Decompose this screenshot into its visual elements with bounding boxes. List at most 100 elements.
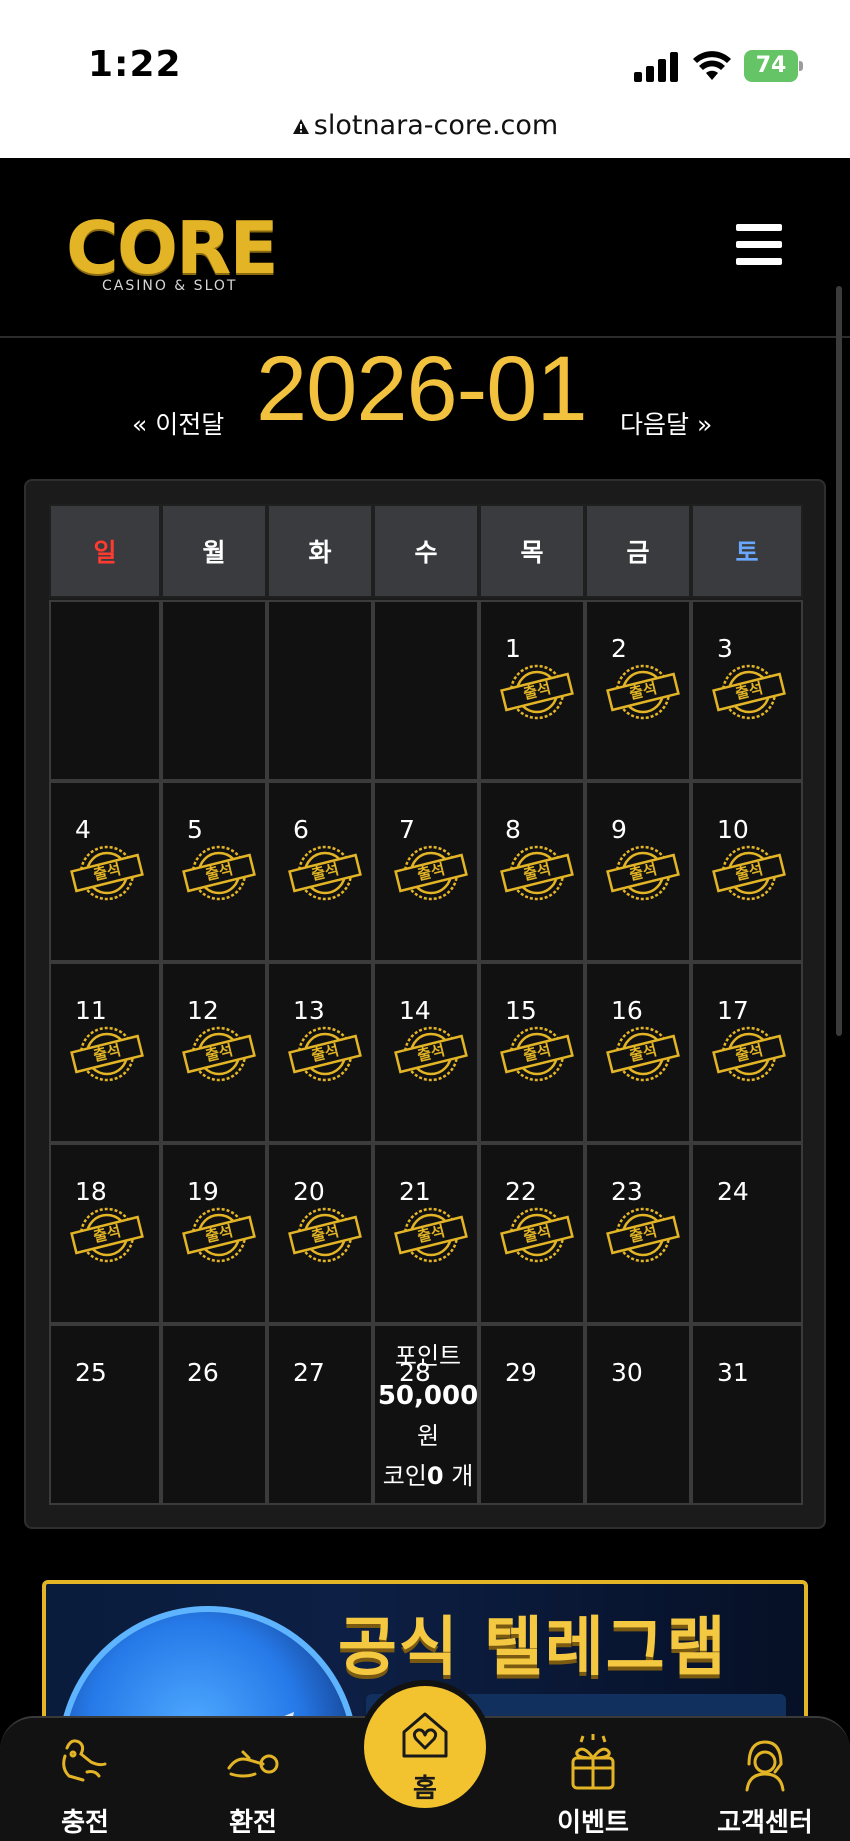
calendar-day-cell[interactable]: 16 출석 <box>585 962 691 1143</box>
calendar-day-cell[interactable]: 11 출석 <box>49 962 161 1143</box>
calendar-day-cell[interactable]: 7 출석 <box>373 781 479 962</box>
weekday-wed: 수 <box>373 504 479 598</box>
day-number: 25 <box>75 1358 107 1387</box>
attendance-stamp-icon: 출석 <box>393 1203 469 1267</box>
calendar-day-cell[interactable]: 31 <box>691 1324 803 1505</box>
gift-icon <box>571 1734 615 1790</box>
day-number: 23 <box>611 1177 643 1206</box>
day-number: 5 <box>187 815 203 844</box>
calendar-day-cell[interactable]: 4 출석 <box>49 781 161 962</box>
calendar-empty-cell <box>161 600 267 781</box>
calendar-day-cell[interactable]: 6 출석 <box>267 781 373 962</box>
weekday-fri: 금 <box>585 504 691 598</box>
day-number: 14 <box>399 996 431 1025</box>
day-number: 4 <box>75 815 91 844</box>
day-number: 30 <box>611 1358 643 1387</box>
page-root: 1:22 74 slotnara-core.com CORE CASINO & … <box>0 0 850 1841</box>
calendar-day-cell[interactable]: 1 출석 <box>479 600 585 781</box>
calendar-day-cell[interactable]: 3 출석 <box>691 600 803 781</box>
calendar-day-cell[interactable]: 29 <box>479 1324 585 1505</box>
nav-event[interactable]: 이벤트 <box>528 1734 658 1839</box>
calendar-day-cell[interactable]: 18 출석 <box>49 1143 161 1324</box>
calendar-day-cell[interactable]: 22 출석 <box>479 1143 585 1324</box>
calendar-day-cell[interactable]: 15 출석 <box>479 962 585 1143</box>
nav-support[interactable]: 고객센터 <box>700 1734 830 1839</box>
calendar-day-cell[interactable]: 10 출석 <box>691 781 803 962</box>
day-number: 20 <box>293 1177 325 1206</box>
attendance-stamp-icon: 출석 <box>181 841 257 905</box>
calendar-week-row: 11 출석 12 출석 13 출석 14 출석 15 출석 16 출석 17 출석 <box>49 962 829 1143</box>
attendance-stamp-icon: 출석 <box>287 1203 363 1267</box>
weekday-thu: 목 <box>479 504 585 598</box>
url-text: slotnara-core.com <box>313 110 559 141</box>
attendance-stamp-icon: 출석 <box>711 841 787 905</box>
attendance-stamp-icon: 출석 <box>393 841 469 905</box>
calendar-day-cell[interactable]: 17 출석 <box>691 962 803 1143</box>
calendar-day-cell[interactable]: 20 출석 <box>267 1143 373 1324</box>
calendar-day-cell[interactable]: 9 출석 <box>585 781 691 962</box>
day-number: 10 <box>717 815 749 844</box>
prev-month-link[interactable]: « 이전달 <box>132 405 224 441</box>
calendar-week-row: 25 26 27 28 포인트 50,000 원 코인0 개 29 30 31 <box>49 1324 829 1505</box>
attendance-stamp-icon: 출석 <box>499 1203 575 1267</box>
calendar-day-cell[interactable]: 27 <box>267 1324 373 1505</box>
attendance-stamp-icon: 출석 <box>287 1022 363 1086</box>
day-number: 11 <box>75 996 107 1025</box>
attendance-stamp-icon: 출석 <box>499 660 575 724</box>
calendar-week-row: 18 출석 19 출석 20 출석 21 출석 22 출석 23 출석 24 <box>49 1143 829 1324</box>
nav-home-button[interactable]: 홈 <box>358 1680 492 1814</box>
coin-row: 코인0 개 <box>375 1456 481 1496</box>
battery-level: 74 <box>744 50 798 82</box>
calendar-week-row: 1 출석 2 출석 3 출석 <box>49 600 829 781</box>
day-number: 8 <box>505 815 521 844</box>
wifi-icon <box>693 51 731 80</box>
banner-title: 공식 텔레그램 <box>338 1611 728 1685</box>
calendar-day-cell[interactable]: 13 출석 <box>267 962 373 1143</box>
address-bar[interactable]: slotnara-core.com <box>0 110 850 141</box>
day-number: 26 <box>187 1358 219 1387</box>
day-number: 27 <box>293 1358 325 1387</box>
attendance-stamp-icon: 출석 <box>605 1022 681 1086</box>
calendar-day-cell[interactable]: 28 포인트 50,000 원 코인0 개 <box>373 1324 479 1505</box>
signal-icon <box>634 50 680 82</box>
day-number: 9 <box>611 815 627 844</box>
calendar-day-cell[interactable]: 5 출석 <box>161 781 267 962</box>
attendance-stamp-icon: 출석 <box>69 841 145 905</box>
day-number: 16 <box>611 996 643 1025</box>
calendar-day-cell[interactable]: 25 <box>49 1324 161 1505</box>
calendar-day-cell[interactable]: 14 출석 <box>373 962 479 1143</box>
month-navigation: « 이전달 2026-01 다음달 » <box>0 338 850 455</box>
nav-withdraw-label: 환전 <box>229 1808 277 1838</box>
calendar-day-cell[interactable]: 8 출석 <box>479 781 585 962</box>
calendar-day-cell[interactable]: 12 출석 <box>161 962 267 1143</box>
attendance-stamp-icon: 출석 <box>393 1022 469 1086</box>
nav-withdraw[interactable]: 환전 <box>188 1734 318 1839</box>
next-month-link[interactable]: 다음달 » <box>620 405 712 441</box>
attendance-stamp-icon: 출석 <box>499 841 575 905</box>
calendar-day-cell[interactable]: 21 출석 <box>373 1143 479 1324</box>
weekday-sun: 일 <box>49 504 161 598</box>
day-number: 17 <box>717 996 749 1025</box>
attendance-stamp-icon: 출석 <box>181 1022 257 1086</box>
day-number: 2 <box>611 634 627 663</box>
point-unit: 원 <box>416 1422 440 1450</box>
day-number: 31 <box>717 1358 749 1387</box>
day-number: 12 <box>187 996 219 1025</box>
day-number: 15 <box>505 996 537 1025</box>
home-icon <box>402 1712 448 1758</box>
weekday-tue: 화 <box>267 504 373 598</box>
calendar-day-cell[interactable]: 19 출석 <box>161 1143 267 1324</box>
day-number: 22 <box>505 1177 537 1206</box>
calendar-day-cell[interactable]: 2 출석 <box>585 600 691 781</box>
calendar-day-cell[interactable]: 23 출석 <box>585 1143 691 1324</box>
weekday-header: 일 월 화 수 목 금 토 <box>49 504 829 600</box>
attendance-stamp-icon: 출석 <box>605 841 681 905</box>
nav-deposit[interactable]: 충전 <box>20 1734 150 1839</box>
battery-icon: 74 <box>744 50 804 82</box>
calendar-day-cell[interactable]: 26 <box>161 1324 267 1505</box>
calendar-day-cell[interactable]: 24 <box>691 1143 803 1324</box>
core-logo[interactable]: CORE CASINO & SLOT <box>66 206 279 306</box>
hamburger-menu-icon[interactable] <box>736 224 782 266</box>
attendance-stamp-icon: 출석 <box>69 1022 145 1086</box>
calendar-day-cell[interactable]: 30 <box>585 1324 691 1505</box>
